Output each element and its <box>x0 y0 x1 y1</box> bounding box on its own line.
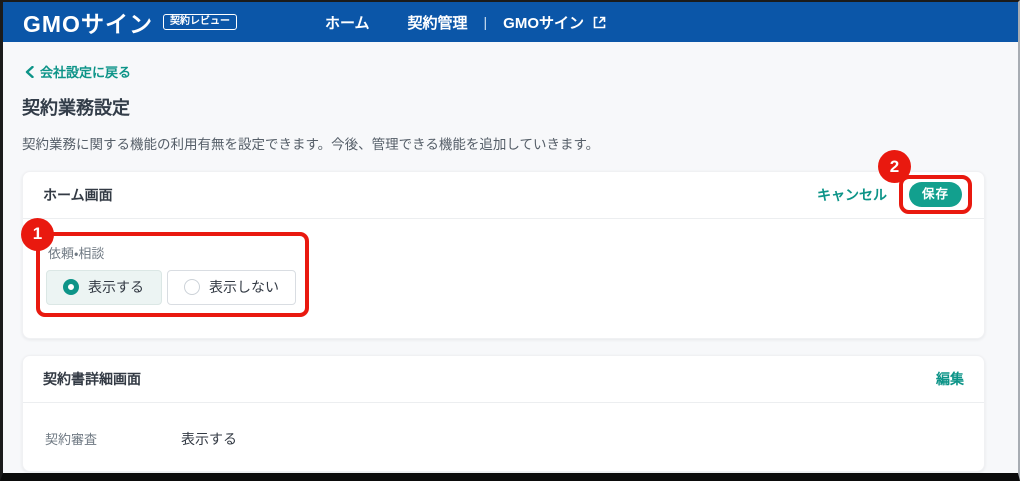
nav-item-gmo-sign-external[interactable]: GMOサイン <box>503 12 607 33</box>
radio-option-hide-label: 表示しない <box>209 279 279 295</box>
annotation-rect-step-1: 1 依頼・相談 表示する 表示しない <box>21 217 309 317</box>
row-label-contract-review: 契約審査 <box>45 432 98 447</box>
brand: GMOサイン 契約レビュー <box>23 5 237 39</box>
annotation-badge-step-2: 2 <box>877 150 911 184</box>
back-link-label: 会社設定に戻る <box>40 65 132 80</box>
field-label-request-consult: 依頼・相談 <box>48 245 105 261</box>
nav-external-label: GMOサイン <box>503 14 585 32</box>
home-card-header: ホーム画面 キャンセル 2 保存 <box>23 150 984 219</box>
top-navbar: GMOサイン 契約レビュー ホーム 契約管理 | GMOサイン <box>3 2 1018 42</box>
radio-selected-icon <box>63 279 79 295</box>
contract-detail-card: 契約書詳細画面 編集 契約審査 表示する <box>22 354 985 472</box>
detail-card-row: 契約審査 表示する <box>23 403 984 471</box>
radio-group-display: 表示する 表示しない <box>46 269 296 305</box>
page-description: 契約業務に関する機能の利用有無を設定できます。今後、管理できる機能を追加していき… <box>22 136 600 152</box>
nav-item-contract-management[interactable]: 契約管理 <box>408 12 468 33</box>
detail-card-header: 契約書詳細画面 編集 <box>23 356 984 403</box>
chevron-left-icon <box>25 65 34 78</box>
save-button[interactable]: 保存 <box>908 182 962 207</box>
app-window: GMOサイン 契約レビュー ホーム 契約管理 | GMOサイン 会社設定に戻る … <box>0 0 1020 481</box>
radio-option-show-label: 表示する <box>88 279 144 295</box>
gmo-sign-logo[interactable]: GMOサイン <box>23 5 153 39</box>
home-card-body: 1 依頼・相談 表示する 表示しない <box>21 217 984 338</box>
back-link[interactable]: 会社設定に戻る <box>25 62 131 81</box>
cancel-link[interactable]: キャンセル <box>817 185 887 205</box>
annotation-badge-step-1: 1 <box>21 217 54 251</box>
edit-link[interactable]: 編集 <box>936 369 964 389</box>
home-card-title: ホーム画面 <box>43 186 113 203</box>
external-link-icon <box>592 15 607 30</box>
home-screen-card: ホーム画面 キャンセル 2 保存 1 依頼・相談 表示する 表示しない <box>21 150 985 339</box>
nav-separator: | <box>483 14 488 30</box>
annotation-rect-step-2: 2 保存 <box>877 150 972 214</box>
main-content: 会社設定に戻る 契約業務設定 契約業務に関する機能の利用有無を設定できます。今後… <box>3 42 1018 473</box>
main-nav: ホーム 契約管理 | GMOサイン <box>325 12 607 33</box>
page-title: 契約業務設定 <box>22 97 130 118</box>
radio-unselected-icon <box>184 279 200 295</box>
nav-item-home[interactable]: ホーム <box>325 12 370 33</box>
detail-card-title: 契約書詳細画面 <box>43 370 141 387</box>
row-value-contract-review: 表示する <box>181 430 237 447</box>
radio-option-show[interactable]: 表示する <box>46 269 162 305</box>
radio-option-hide[interactable]: 表示しない <box>167 269 296 305</box>
home-card-actions: キャンセル 2 保存 <box>817 150 972 214</box>
contract-review-badge: 契約レビュー <box>162 14 237 30</box>
